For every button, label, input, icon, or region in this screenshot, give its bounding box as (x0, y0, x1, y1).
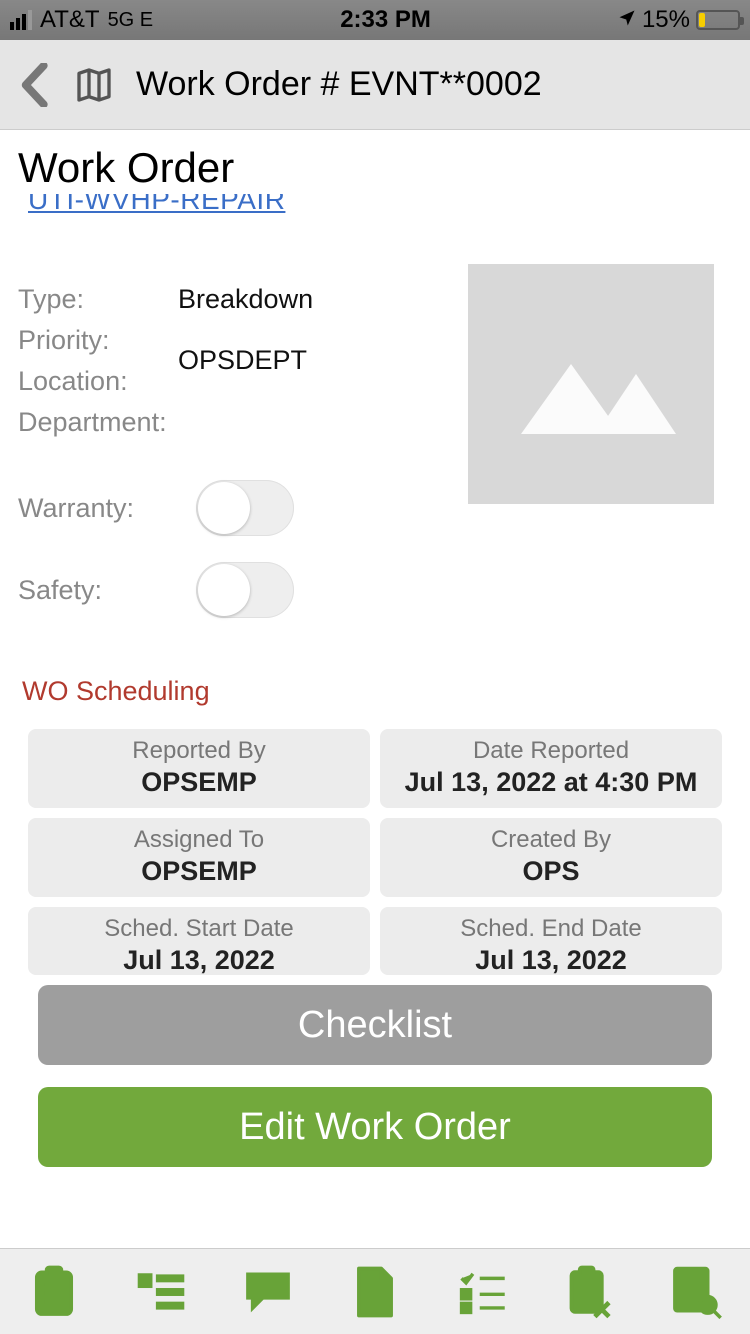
status-right: 15% (618, 6, 740, 34)
department-label: Department: (18, 407, 178, 438)
nav-bar: Work Order # EVNT**0002 (0, 40, 750, 130)
checklist-button[interactable]: Checklist (38, 985, 712, 1065)
map-icon[interactable] (74, 65, 114, 105)
reported-by-value: OPSEMP (34, 767, 364, 798)
bottom-tab-bar (0, 1248, 750, 1334)
sched-start-card[interactable]: Sched. Start Date Jul 13, 2022 (28, 907, 370, 975)
clipboard-cancel-icon[interactable] (561, 1264, 617, 1320)
content-area: Work Order UTI-WVHP-REPAIR Type: Priorit… (0, 130, 750, 1248)
sched-end-value: Jul 13, 2022 (386, 945, 716, 975)
scheduling-heading: WO Scheduling (22, 676, 732, 707)
clock: 2:33 PM (153, 6, 618, 34)
created-by-label: Created By (386, 826, 716, 854)
reported-by-label: Reported By (34, 737, 364, 765)
assigned-to-value: OPSEMP (34, 856, 364, 887)
sched-start-label: Sched. Start Date (34, 915, 364, 943)
safety-toggle[interactable] (196, 562, 294, 618)
warranty-toggle[interactable] (196, 480, 294, 536)
checklist-icon[interactable] (454, 1264, 510, 1320)
report-search-icon[interactable] (668, 1264, 724, 1320)
status-left: AT&T 5G E (10, 6, 153, 34)
document-icon[interactable] (347, 1264, 403, 1320)
scheduling-grid: Reported By OPSEMP Date Reported Jul 13,… (18, 729, 732, 975)
nav-title: Work Order # EVNT**0002 (136, 65, 542, 104)
network-label: 5G E (108, 9, 154, 32)
image-placeholder[interactable] (468, 264, 714, 504)
sop-link[interactable]: UTI-WVHP-REPAIR (28, 194, 732, 214)
signal-icon (10, 10, 32, 30)
status-bar: AT&T 5G E 2:33 PM 15% (0, 0, 750, 40)
sched-start-value: Jul 13, 2022 (34, 945, 364, 975)
assigned-to-card[interactable]: Assigned To OPSEMP (28, 818, 370, 897)
indent-list-icon[interactable] (133, 1264, 189, 1320)
location-label: Location: (18, 366, 178, 397)
sched-end-label: Sched. End Date (386, 915, 716, 943)
assigned-to-label: Assigned To (34, 826, 364, 854)
battery-icon (696, 10, 740, 30)
type-label: Type: (18, 284, 178, 315)
reported-by-card[interactable]: Reported By OPSEMP (28, 729, 370, 808)
date-reported-card[interactable]: Date Reported Jul 13, 2022 at 4:30 PM (380, 729, 722, 808)
back-button[interactable] (20, 63, 52, 107)
location-arrow-icon (618, 6, 636, 34)
carrier-label: AT&T (40, 6, 100, 34)
comment-icon[interactable] (240, 1264, 296, 1320)
mountain-icon (501, 324, 681, 444)
safety-row: Safety: (18, 562, 732, 618)
edit-work-order-button[interactable]: Edit Work Order (38, 1087, 712, 1167)
clipboard-list-icon[interactable] (26, 1264, 82, 1320)
created-by-card[interactable]: Created By OPS (380, 818, 722, 897)
date-reported-value: Jul 13, 2022 at 4:30 PM (386, 767, 716, 798)
battery-percent: 15% (642, 6, 690, 34)
page-title: Work Order (18, 144, 732, 192)
warranty-label: Warranty: (18, 493, 196, 524)
created-by-value: OPS (386, 856, 716, 887)
sched-end-card[interactable]: Sched. End Date Jul 13, 2022 (380, 907, 722, 975)
safety-label: Safety: (18, 575, 196, 606)
priority-label: Priority: (18, 325, 178, 356)
date-reported-label: Date Reported (386, 737, 716, 765)
